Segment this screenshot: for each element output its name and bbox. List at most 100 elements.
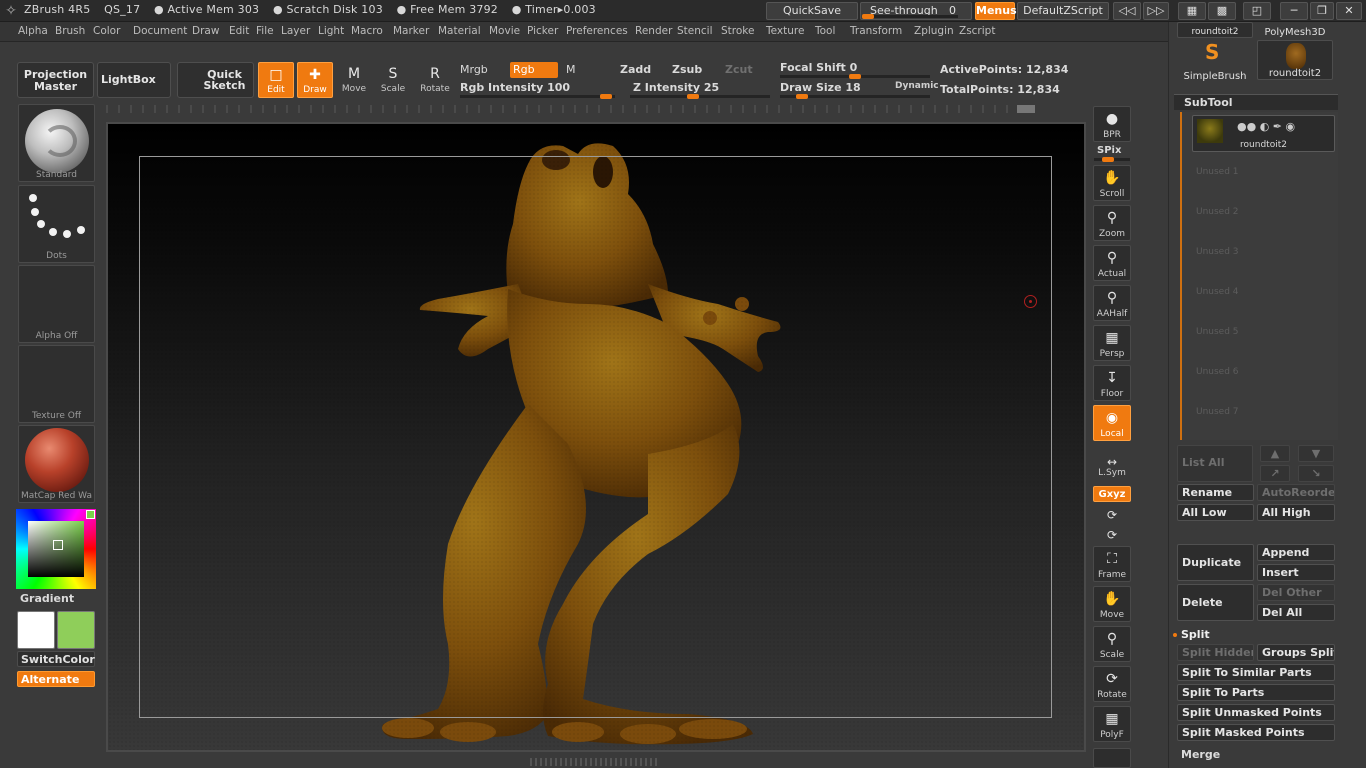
brush-selector[interactable]: Standard bbox=[18, 104, 95, 182]
projection-master-button[interactable]: Projection Master bbox=[17, 62, 94, 98]
zcut-button[interactable]: Zcut bbox=[722, 62, 770, 78]
menu-draw[interactable]: Draw bbox=[192, 25, 219, 37]
del-all-button[interactable]: Del All bbox=[1257, 604, 1335, 621]
subtool-slot[interactable]: Unused 5 bbox=[1196, 327, 1239, 337]
z-intensity-slider[interactable] bbox=[630, 94, 770, 99]
menu-stencil[interactable]: Stencil bbox=[677, 25, 713, 37]
frame-button[interactable]: ⛶ Frame bbox=[1093, 546, 1131, 582]
menu-document[interactable]: Document bbox=[133, 25, 187, 37]
all-low-button[interactable]: All Low bbox=[1177, 504, 1254, 521]
move-down-right-arrow-icon[interactable]: ↘ bbox=[1298, 465, 1334, 482]
split-section-title[interactable]: Split bbox=[1181, 628, 1210, 641]
bpr-button[interactable]: ● BPR bbox=[1093, 106, 1131, 142]
menu-alpha[interactable]: Alpha bbox=[18, 25, 48, 37]
split-hidden-button[interactable]: Split Hidden bbox=[1177, 644, 1254, 661]
menu-color[interactable]: Color bbox=[93, 25, 120, 37]
z-intensity-label[interactable]: Z Intensity 25 bbox=[633, 81, 719, 94]
spix-label[interactable]: SPix bbox=[1097, 145, 1121, 156]
split-to-parts-button[interactable]: Split To Parts bbox=[1177, 684, 1335, 701]
subtool-slot[interactable]: Unused 6 bbox=[1196, 367, 1239, 377]
rgb-intensity-label[interactable]: Rgb Intensity 100 bbox=[460, 81, 570, 94]
menu-preferences[interactable]: Preferences bbox=[566, 25, 628, 37]
menu-movie[interactable]: Movie bbox=[489, 25, 520, 37]
layout-1-icon[interactable]: ▦ bbox=[1178, 2, 1206, 20]
rotate-z-icon[interactable]: ⟳ bbox=[1093, 525, 1131, 543]
restore-icon[interactable]: ❐ bbox=[1310, 2, 1334, 20]
bottom-tray-grip[interactable] bbox=[530, 758, 660, 766]
edit-mode-button[interactable]: □ Edit bbox=[258, 62, 294, 98]
list-all-button[interactable]: List All bbox=[1177, 445, 1253, 482]
autoreorder-button[interactable]: AutoReorder bbox=[1257, 484, 1335, 501]
menu-edit[interactable]: Edit bbox=[229, 25, 249, 37]
quick-sketch-button[interactable]: Quick Sketch bbox=[177, 62, 254, 98]
move-down-arrow-icon[interactable]: ▼ bbox=[1298, 445, 1334, 462]
menu-tool[interactable]: Tool bbox=[815, 25, 835, 37]
move-up-right-arrow-icon[interactable]: ↗ bbox=[1260, 465, 1290, 482]
minimize-icon[interactable]: ─ bbox=[1280, 2, 1308, 20]
alternate-button[interactable]: Alternate bbox=[17, 671, 95, 687]
stroke-selector[interactable]: Dots bbox=[18, 185, 95, 263]
delete-button[interactable]: Delete bbox=[1177, 584, 1254, 621]
all-high-button[interactable]: All High bbox=[1257, 504, 1335, 521]
split-unmasked-points-button[interactable]: Split Unmasked Points bbox=[1177, 704, 1335, 721]
floor-button[interactable]: ↧ Floor bbox=[1093, 365, 1131, 401]
rgb-intensity-slider[interactable] bbox=[460, 94, 615, 99]
color-cursor[interactable] bbox=[53, 540, 63, 550]
draw-size-knob[interactable] bbox=[796, 94, 808, 99]
layout-2-icon[interactable]: ▩ bbox=[1208, 2, 1236, 20]
menu-marker[interactable]: Marker bbox=[393, 25, 429, 37]
subtool-slot[interactable]: Unused 1 bbox=[1196, 167, 1239, 177]
ruler-scroll-handle[interactable] bbox=[1017, 105, 1035, 113]
xyz-button[interactable]: Gxyz bbox=[1093, 486, 1131, 502]
secondary-color-swatch[interactable] bbox=[57, 611, 95, 649]
color-picker[interactable] bbox=[16, 509, 96, 589]
dynamic-toggle[interactable]: Dynamic bbox=[895, 81, 939, 91]
subtool-slot[interactable]: Unused 3 bbox=[1196, 247, 1239, 257]
close-icon[interactable]: ✕ bbox=[1336, 2, 1362, 20]
subtool-slot[interactable]: Unused 2 bbox=[1196, 207, 1239, 217]
menu-brush[interactable]: Brush bbox=[55, 25, 85, 37]
spix-slider[interactable] bbox=[1094, 157, 1130, 162]
rotate-y-icon[interactable]: ⟳ bbox=[1093, 505, 1131, 523]
move-mode-button[interactable]: M Move bbox=[336, 62, 372, 98]
zoom-button[interactable]: ⚲ Zoom bbox=[1093, 205, 1131, 241]
texture-selector[interactable]: Texture Off bbox=[18, 345, 95, 423]
split-masked-points-button[interactable]: Split Masked Points bbox=[1177, 724, 1335, 741]
spix-knob[interactable] bbox=[1102, 157, 1114, 162]
subtool-list[interactable] bbox=[1180, 112, 1338, 440]
insert-button[interactable]: Insert bbox=[1257, 564, 1335, 581]
menu-transform[interactable]: Transform bbox=[850, 25, 902, 37]
tool-roundtoit-top[interactable]: roundtoit2 bbox=[1177, 22, 1253, 38]
tool-roundtoit[interactable]: roundtoit2 bbox=[1257, 40, 1333, 80]
menu-stroke[interactable]: Stroke bbox=[721, 25, 754, 37]
del-other-button[interactable]: Del Other bbox=[1257, 584, 1335, 601]
see-through-knob[interactable] bbox=[862, 14, 874, 19]
switch-color-button[interactable]: SwitchColor bbox=[17, 651, 95, 667]
zsub-button[interactable]: Zsub bbox=[669, 62, 717, 78]
menu-material[interactable]: Material bbox=[438, 25, 481, 37]
m-button[interactable]: M bbox=[563, 62, 613, 78]
menu-zplugin[interactable]: Zplugin bbox=[914, 25, 954, 37]
focal-shift-slider[interactable] bbox=[780, 74, 930, 79]
move-view-button[interactable]: ✋ Move bbox=[1093, 586, 1131, 622]
menu-file[interactable]: File bbox=[256, 25, 274, 37]
default-zscript-button[interactable]: DefaultZScript bbox=[1017, 2, 1109, 20]
groups-split-button[interactable]: Groups Split bbox=[1257, 644, 1335, 661]
material-selector[interactable]: MatCap Red Wa bbox=[18, 425, 95, 503]
alpha-selector[interactable]: Alpha Off bbox=[18, 265, 95, 343]
focal-shift-label[interactable]: Focal Shift 0 bbox=[780, 61, 857, 74]
main-color-swatch[interactable] bbox=[17, 611, 55, 649]
append-button[interactable]: Append bbox=[1257, 544, 1335, 561]
tool-polymesh3d[interactable]: PolyMesh3D bbox=[1257, 22, 1333, 38]
subtool-slot[interactable]: Unused 4 bbox=[1196, 287, 1239, 297]
scale-view-button[interactable]: ⚲ Scale bbox=[1093, 626, 1131, 662]
rename-button[interactable]: Rename bbox=[1177, 484, 1254, 501]
draw-size-slider[interactable] bbox=[780, 94, 930, 99]
duplicate-button[interactable]: Duplicate bbox=[1177, 544, 1254, 581]
merge-section-title[interactable]: Merge bbox=[1181, 748, 1220, 761]
see-through-track[interactable] bbox=[862, 14, 958, 19]
z-intensity-knob[interactable] bbox=[687, 94, 699, 99]
actual-button[interactable]: ⚲ Actual bbox=[1093, 245, 1131, 281]
gradient-label[interactable]: Gradient bbox=[20, 592, 74, 605]
zadd-button[interactable]: Zadd bbox=[617, 62, 667, 78]
